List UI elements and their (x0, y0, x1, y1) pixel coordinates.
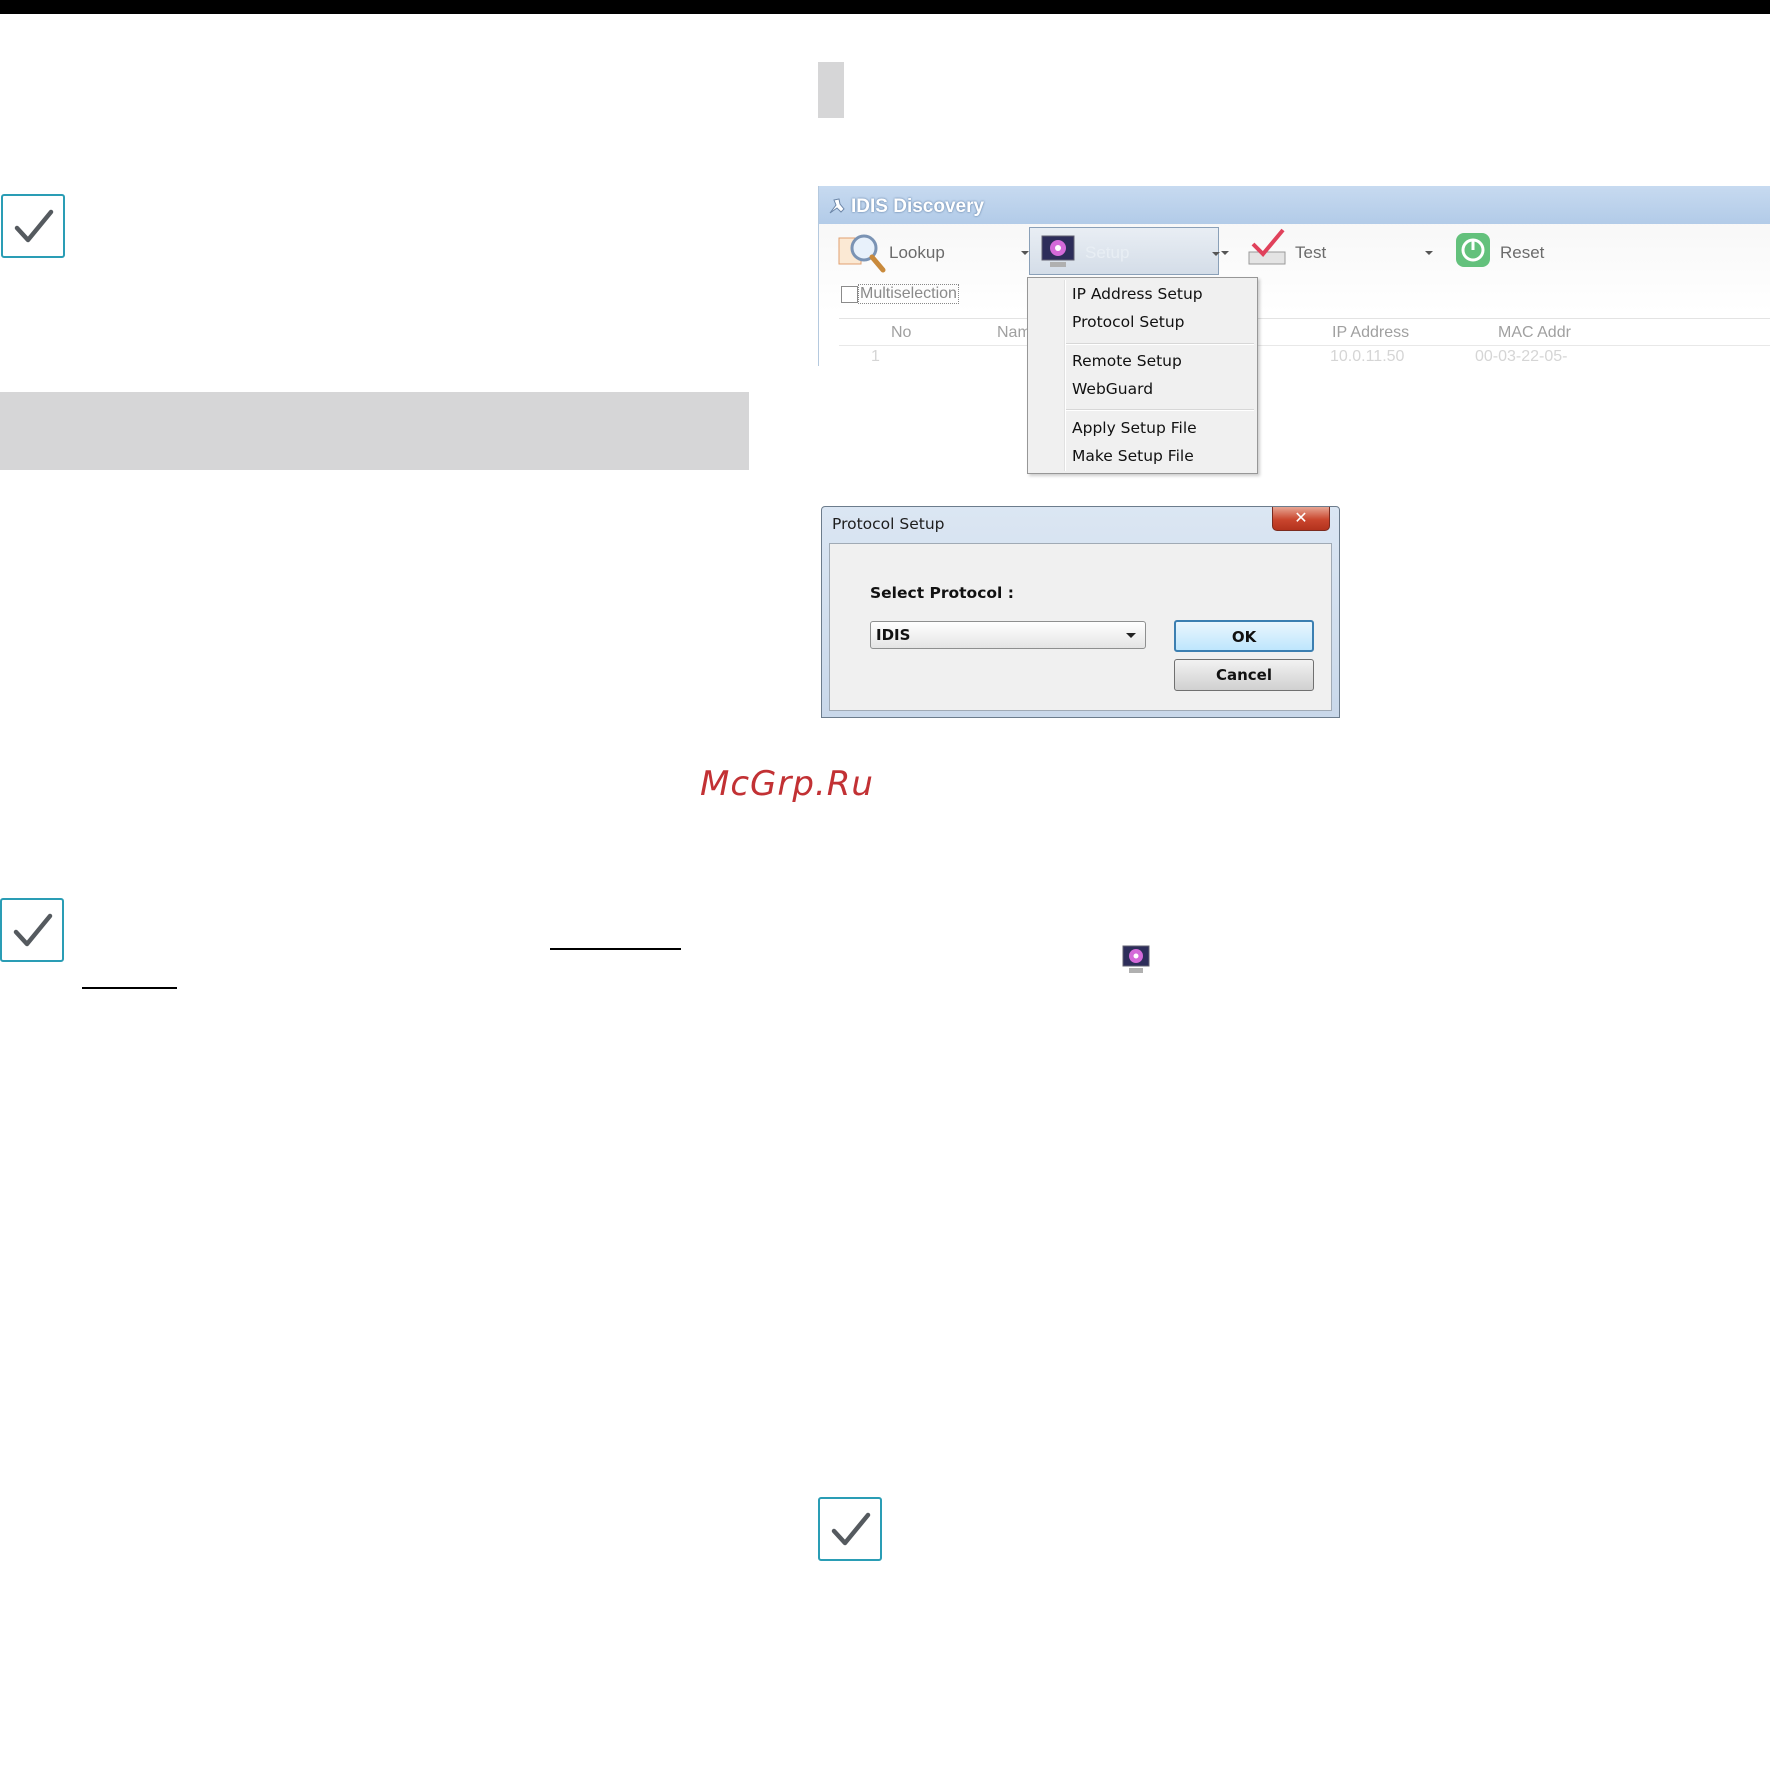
protocol-select-value: IDIS (876, 626, 911, 644)
link-underline[interactable] (550, 948, 681, 950)
menu-separator (1066, 409, 1254, 411)
menu-item-remote-setup[interactable]: Remote Setup (1072, 352, 1182, 370)
chevron-down-icon (1212, 252, 1220, 256)
idis-app-icon (829, 198, 845, 214)
protocol-setup-dialog: Protocol Setup ✕ Select Protocol : IDIS … (821, 506, 1340, 718)
dialog-title: Protocol Setup (832, 515, 945, 533)
setup-label: Setup (1085, 243, 1130, 262)
window-titlebar: IDIS Discovery (819, 186, 1770, 224)
ok-button[interactable]: OK (1174, 620, 1314, 652)
setup-dropdown-menu: IP Address Setup Protocol Setup Remote S… (1027, 277, 1258, 474)
reset-button[interactable]: Reset (1455, 232, 1575, 272)
table-header (839, 318, 1770, 346)
column-header-no[interactable]: No (891, 324, 911, 342)
note-check-icon (818, 1497, 882, 1561)
section-heading-band (0, 392, 749, 470)
table-cell-mac[interactable]: 00-03-22-05- (1475, 348, 1568, 366)
chevron-down-icon[interactable] (1221, 251, 1229, 255)
cancel-button[interactable]: Cancel (1174, 659, 1314, 691)
page-top-rule (0, 0, 1770, 14)
power-icon (1456, 233, 1490, 267)
column-header-mac[interactable]: MAC Addr (1498, 324, 1571, 342)
section-marker (818, 62, 844, 118)
menu-item-ip-address-setup[interactable]: IP Address Setup (1072, 285, 1203, 303)
note-check-icon (0, 898, 64, 962)
dialog-body: Select Protocol : IDIS OK Cancel (829, 543, 1332, 711)
setup-button[interactable]: Setup (1029, 227, 1220, 275)
column-header-name[interactable]: Nam (997, 324, 1031, 342)
monitor-gear-icon (1122, 945, 1150, 973)
multiselection-label[interactable]: Multiselection (858, 284, 959, 304)
reset-label: Reset (1500, 243, 1545, 262)
multiselection-checkbox[interactable] (841, 286, 858, 303)
window-title: IDIS Discovery (851, 196, 985, 217)
protocol-select[interactable]: IDIS (870, 621, 1146, 649)
menu-item-apply-setup-file[interactable]: Apply Setup File (1072, 419, 1197, 437)
chevron-down-icon[interactable] (1126, 633, 1136, 638)
table-cell-no[interactable]: 1 (871, 348, 880, 366)
magnifier-icon (838, 234, 886, 273)
close-button[interactable]: ✕ (1272, 507, 1330, 531)
test-label: Test (1295, 243, 1327, 262)
chevron-down-icon[interactable] (1425, 251, 1433, 255)
menu-item-make-setup-file[interactable]: Make Setup File (1072, 447, 1194, 465)
menu-item-webguard[interactable]: WebGuard (1072, 380, 1153, 398)
select-protocol-label: Select Protocol : (870, 584, 1014, 602)
column-header-ip[interactable]: IP Address (1332, 324, 1409, 342)
test-button[interactable]: Test (1247, 228, 1437, 272)
watermark-text: McGrp.Ru (700, 764, 874, 804)
checkmark-tray-icon (1248, 228, 1286, 265)
note-check-icon (1, 194, 65, 258)
menu-item-protocol-setup[interactable]: Protocol Setup (1072, 313, 1185, 331)
monitor-gear-icon (1041, 235, 1075, 267)
table-cell-ip[interactable]: 10.0.11.50 (1330, 348, 1404, 366)
menu-gutter (1064, 280, 1066, 471)
lookup-label: Lookup (889, 243, 945, 262)
lookup-button[interactable]: Lookup (837, 230, 1029, 274)
menu-separator (1066, 343, 1254, 345)
idis-discovery-window: IDIS Discovery Lookup Setup Test Reset M… (818, 186, 1770, 366)
chevron-down-icon[interactable] (1021, 251, 1029, 255)
link-underline[interactable] (82, 987, 177, 989)
